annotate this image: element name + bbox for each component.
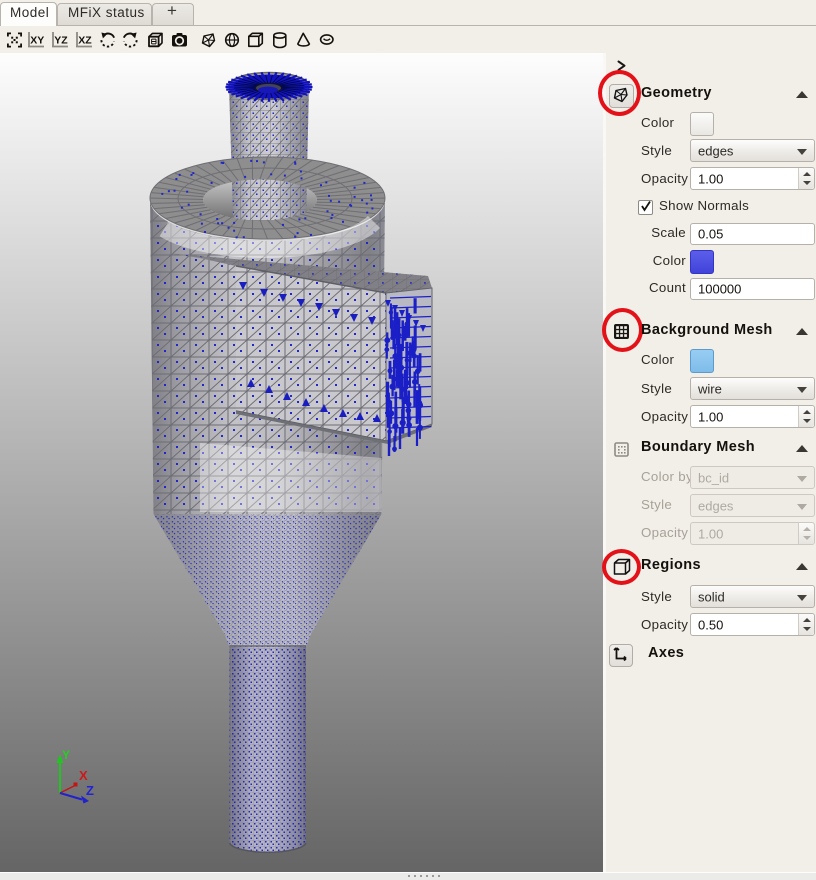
svg-text:XY: XY xyxy=(30,35,44,47)
svg-text:XZ: XZ xyxy=(78,35,92,47)
svg-text:X: X xyxy=(79,768,88,783)
svg-text:Z: Z xyxy=(86,783,94,798)
svg-text:Y: Y xyxy=(62,748,70,762)
svg-text:YZ: YZ xyxy=(54,35,68,47)
